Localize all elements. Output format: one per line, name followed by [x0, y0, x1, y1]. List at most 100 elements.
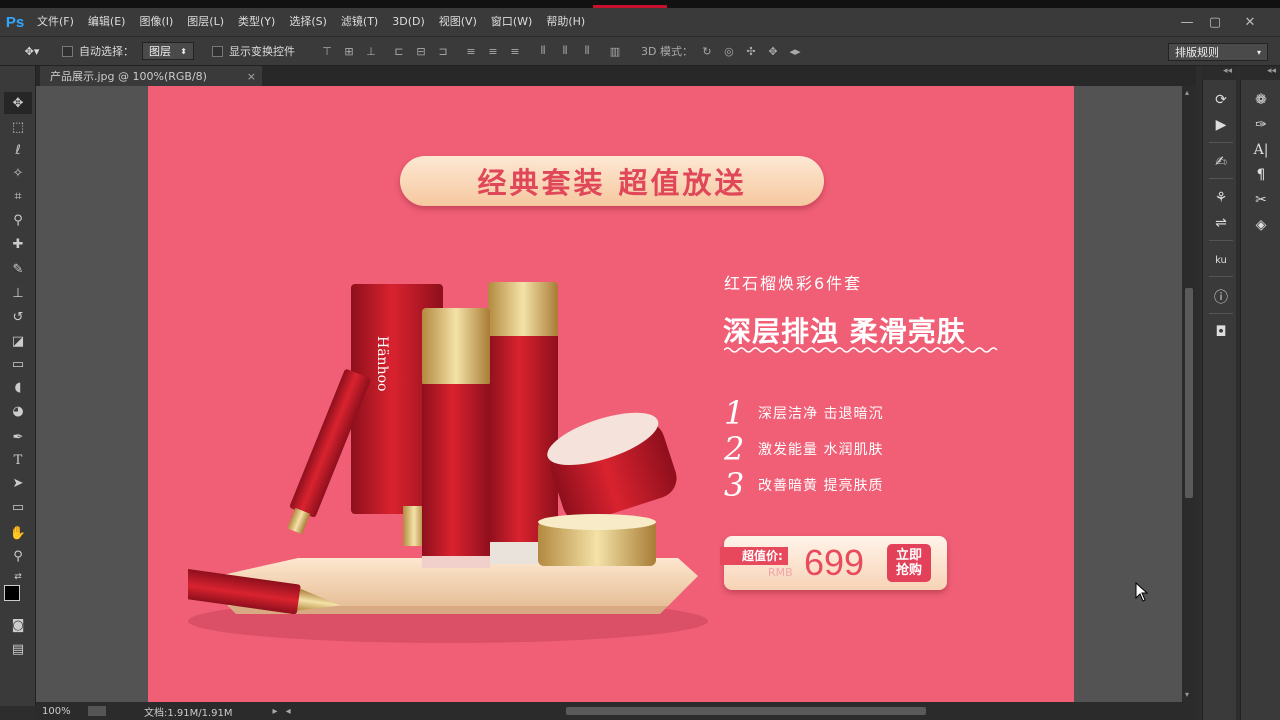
feature-text: 改善暗黄 提亮肤质 — [758, 478, 884, 494]
menu-file[interactable]: 文件(F) — [30, 8, 81, 36]
layers-panel-icon[interactable]: ◈ — [1246, 213, 1276, 237]
zoom-level[interactable]: 100% — [36, 706, 88, 717]
horizontal-scroll-thumb[interactable] — [566, 707, 926, 715]
distribute-left-icon[interactable]: ⦀ — [535, 43, 551, 59]
brush-panel-icon[interactable]: ⚘ — [1206, 186, 1236, 210]
move-tool-icon[interactable]: ✥ — [4, 92, 32, 114]
minimize-icon[interactable]: — — [1172, 8, 1202, 36]
blur-tool-icon[interactable]: ◖ — [4, 376, 32, 398]
eraser-tool-icon[interactable]: ◪ — [4, 330, 32, 352]
crop-tool-icon[interactable]: ⌗ — [4, 185, 32, 207]
foreground-color-swatch[interactable] — [4, 585, 20, 601]
menu-layer[interactable]: 图层(L) — [180, 8, 231, 36]
distribute-hcenter-icon[interactable]: ⦀ — [557, 43, 573, 59]
dock-collapse-icon[interactable]: ◂◂ — [1202, 66, 1236, 80]
align-top-icon[interactable]: ⊤ — [319, 43, 335, 59]
status-preview-icon[interactable] — [88, 706, 106, 716]
3d-scale-icon[interactable]: ◂▸ — [787, 43, 803, 59]
marquee-tool-icon[interactable]: ⬚ — [4, 116, 32, 138]
clone-source-panel-icon[interactable]: ⇌ — [1206, 211, 1236, 235]
feature-text: 深层洁净 击退暗沉 — [758, 406, 884, 422]
screen-mode-icon[interactable]: ▤ — [4, 638, 32, 660]
zoom-tool-icon[interactable]: ⚲ — [4, 545, 32, 567]
pen-tool-icon[interactable]: ✒ — [4, 426, 32, 448]
shape-tool-icon[interactable]: ▭ — [4, 496, 32, 518]
document-tab[interactable]: 产品展示.jpg @ 100%(RGB/8) × — [40, 66, 262, 86]
price-value: 699 — [804, 542, 865, 583]
panel-separator — [1209, 178, 1233, 179]
scroll-left-icon[interactable]: ◂ — [286, 706, 291, 717]
magic-wand-tool-icon[interactable]: ✧ — [4, 162, 32, 184]
dock-expand-icon[interactable]: ◂◂ — [1240, 66, 1280, 80]
menu-window[interactable]: 窗口(W) — [484, 8, 539, 36]
info-panel-icon[interactable]: ⓘ — [1206, 285, 1236, 309]
history-panel-icon[interactable]: ⟳ — [1206, 88, 1236, 112]
menu-type[interactable]: 类型(Y) — [231, 8, 282, 36]
align-bottom-icon[interactable]: ⊥ — [363, 43, 379, 59]
clone-stamp-tool-icon[interactable]: ⊥ — [4, 282, 32, 304]
feature-item: 1 深层洁净 击退暗沉 — [724, 394, 883, 432]
3d-roll-icon[interactable]: ◎ — [721, 43, 737, 59]
kuler-panel-icon[interactable]: ku — [1206, 248, 1236, 272]
product-subtitle: 红石榴焕彩6件套 — [724, 274, 863, 293]
eyedropper-tool-icon[interactable]: ⚲ — [4, 209, 32, 231]
auto-select-dropdown[interactable]: 图层 ⬍ — [142, 42, 194, 60]
tools-panel: ✥ ⬚ ℓ ✧ ⌗ ⚲ ✚ ✎ ⊥ ↺ ◪ ▭ ◖ ◕ ✒ T ➤ ▭ ✋ ⚲ … — [0, 66, 36, 706]
auto-align-icon[interactable]: ▥ — [607, 43, 623, 59]
menu-help[interactable]: 帮助(H) — [539, 8, 592, 36]
scroll-up-icon[interactable]: ▴ — [1185, 88, 1189, 97]
buy-line-1: 立即 — [895, 548, 922, 563]
menu-3d[interactable]: 3D(D) — [385, 8, 432, 36]
menu-select[interactable]: 选择(S) — [282, 8, 334, 36]
history-brush-tool-icon[interactable]: ↺ — [4, 306, 32, 328]
path-selection-tool-icon[interactable]: ➤ — [4, 472, 32, 494]
auto-select-option[interactable]: 自动选择： — [62, 43, 134, 59]
close-tab-icon[interactable]: × — [247, 70, 256, 83]
restore-icon[interactable]: ▢ — [1200, 8, 1230, 36]
close-icon[interactable]: ✕ — [1235, 8, 1265, 36]
document-tab-title: 产品展示.jpg @ 100%(RGB/8) — [50, 70, 207, 83]
distribute-bottom-icon[interactable]: ≡ — [507, 43, 523, 59]
color-panel-icon[interactable]: ❁ — [1246, 88, 1276, 112]
hand-tool-icon[interactable]: ✋ — [4, 522, 32, 544]
quick-mask-icon[interactable]: ◙ — [4, 614, 32, 636]
gradient-tool-icon[interactable]: ▭ — [4, 353, 32, 375]
type-tool-icon[interactable]: T — [4, 449, 32, 471]
menu-filter[interactable]: 滤镜(T) — [334, 8, 385, 36]
layer-comps-panel-icon[interactable]: ◘ — [1206, 320, 1236, 344]
paths-panel-icon[interactable]: ✑ — [1246, 113, 1276, 137]
vertical-scroll-thumb[interactable] — [1185, 288, 1193, 498]
show-transform-checkbox[interactable] — [212, 45, 223, 57]
3d-slide-icon[interactable]: ✥ — [765, 43, 781, 59]
workspace-value: 排版规则 — [1175, 46, 1219, 59]
menu-edit[interactable]: 编辑(E) — [81, 8, 133, 36]
paragraph-panel-icon[interactable]: ¶ — [1246, 163, 1276, 187]
menu-view[interactable]: 视图(V) — [432, 8, 484, 36]
align-left-icon[interactable]: ⊏ — [391, 43, 407, 59]
move-tool-preset-icon[interactable]: ✥▾ — [18, 43, 46, 59]
status-menu-arrow-icon[interactable]: ▸ — [273, 706, 278, 717]
lasso-tool-icon[interactable]: ℓ — [4, 139, 32, 161]
align-right-icon[interactable]: ⊐ — [435, 43, 451, 59]
dodge-tool-icon[interactable]: ◕ — [4, 400, 32, 422]
vertical-scrollbar[interactable]: ▴ ▾ — [1182, 86, 1196, 702]
scroll-down-icon[interactable]: ▾ — [1185, 690, 1189, 699]
align-hcenter-icon[interactable]: ⊟ — [413, 43, 429, 59]
distribute-top-icon[interactable]: ≡ — [463, 43, 479, 59]
distribute-right-icon[interactable]: ⦀ — [579, 43, 595, 59]
document-canvas[interactable]: 经典套装 超值放送 Hänhoo 红石榴焕彩6件套 深层排浊 柔滑亮肤 1 深层… — [148, 86, 1074, 702]
show-transform-option[interactable]: 显示变换控件 — [212, 43, 295, 59]
menu-image[interactable]: 图像(I) — [132, 8, 180, 36]
distribute-vcenter-icon[interactable]: ≡ — [485, 43, 501, 59]
brush-tool-icon[interactable]: ✎ — [4, 258, 32, 280]
3d-rotate-icon[interactable]: ↻ — [699, 43, 715, 59]
character-panel-icon[interactable]: A| — [1246, 138, 1276, 162]
3d-pan-icon[interactable]: ✣ — [743, 43, 759, 59]
healing-brush-tool-icon[interactable]: ✚ — [4, 233, 32, 255]
brush-presets-panel-icon[interactable]: ✍ — [1206, 150, 1236, 174]
tool-presets-panel-icon[interactable]: ✂ — [1246, 188, 1276, 212]
auto-select-checkbox[interactable] — [62, 45, 73, 57]
actions-panel-icon[interactable]: ▶ — [1206, 113, 1236, 137]
align-vcenter-icon[interactable]: ⊞ — [341, 43, 357, 59]
workspace-dropdown[interactable]: 排版规则 ▾ — [1168, 43, 1268, 61]
